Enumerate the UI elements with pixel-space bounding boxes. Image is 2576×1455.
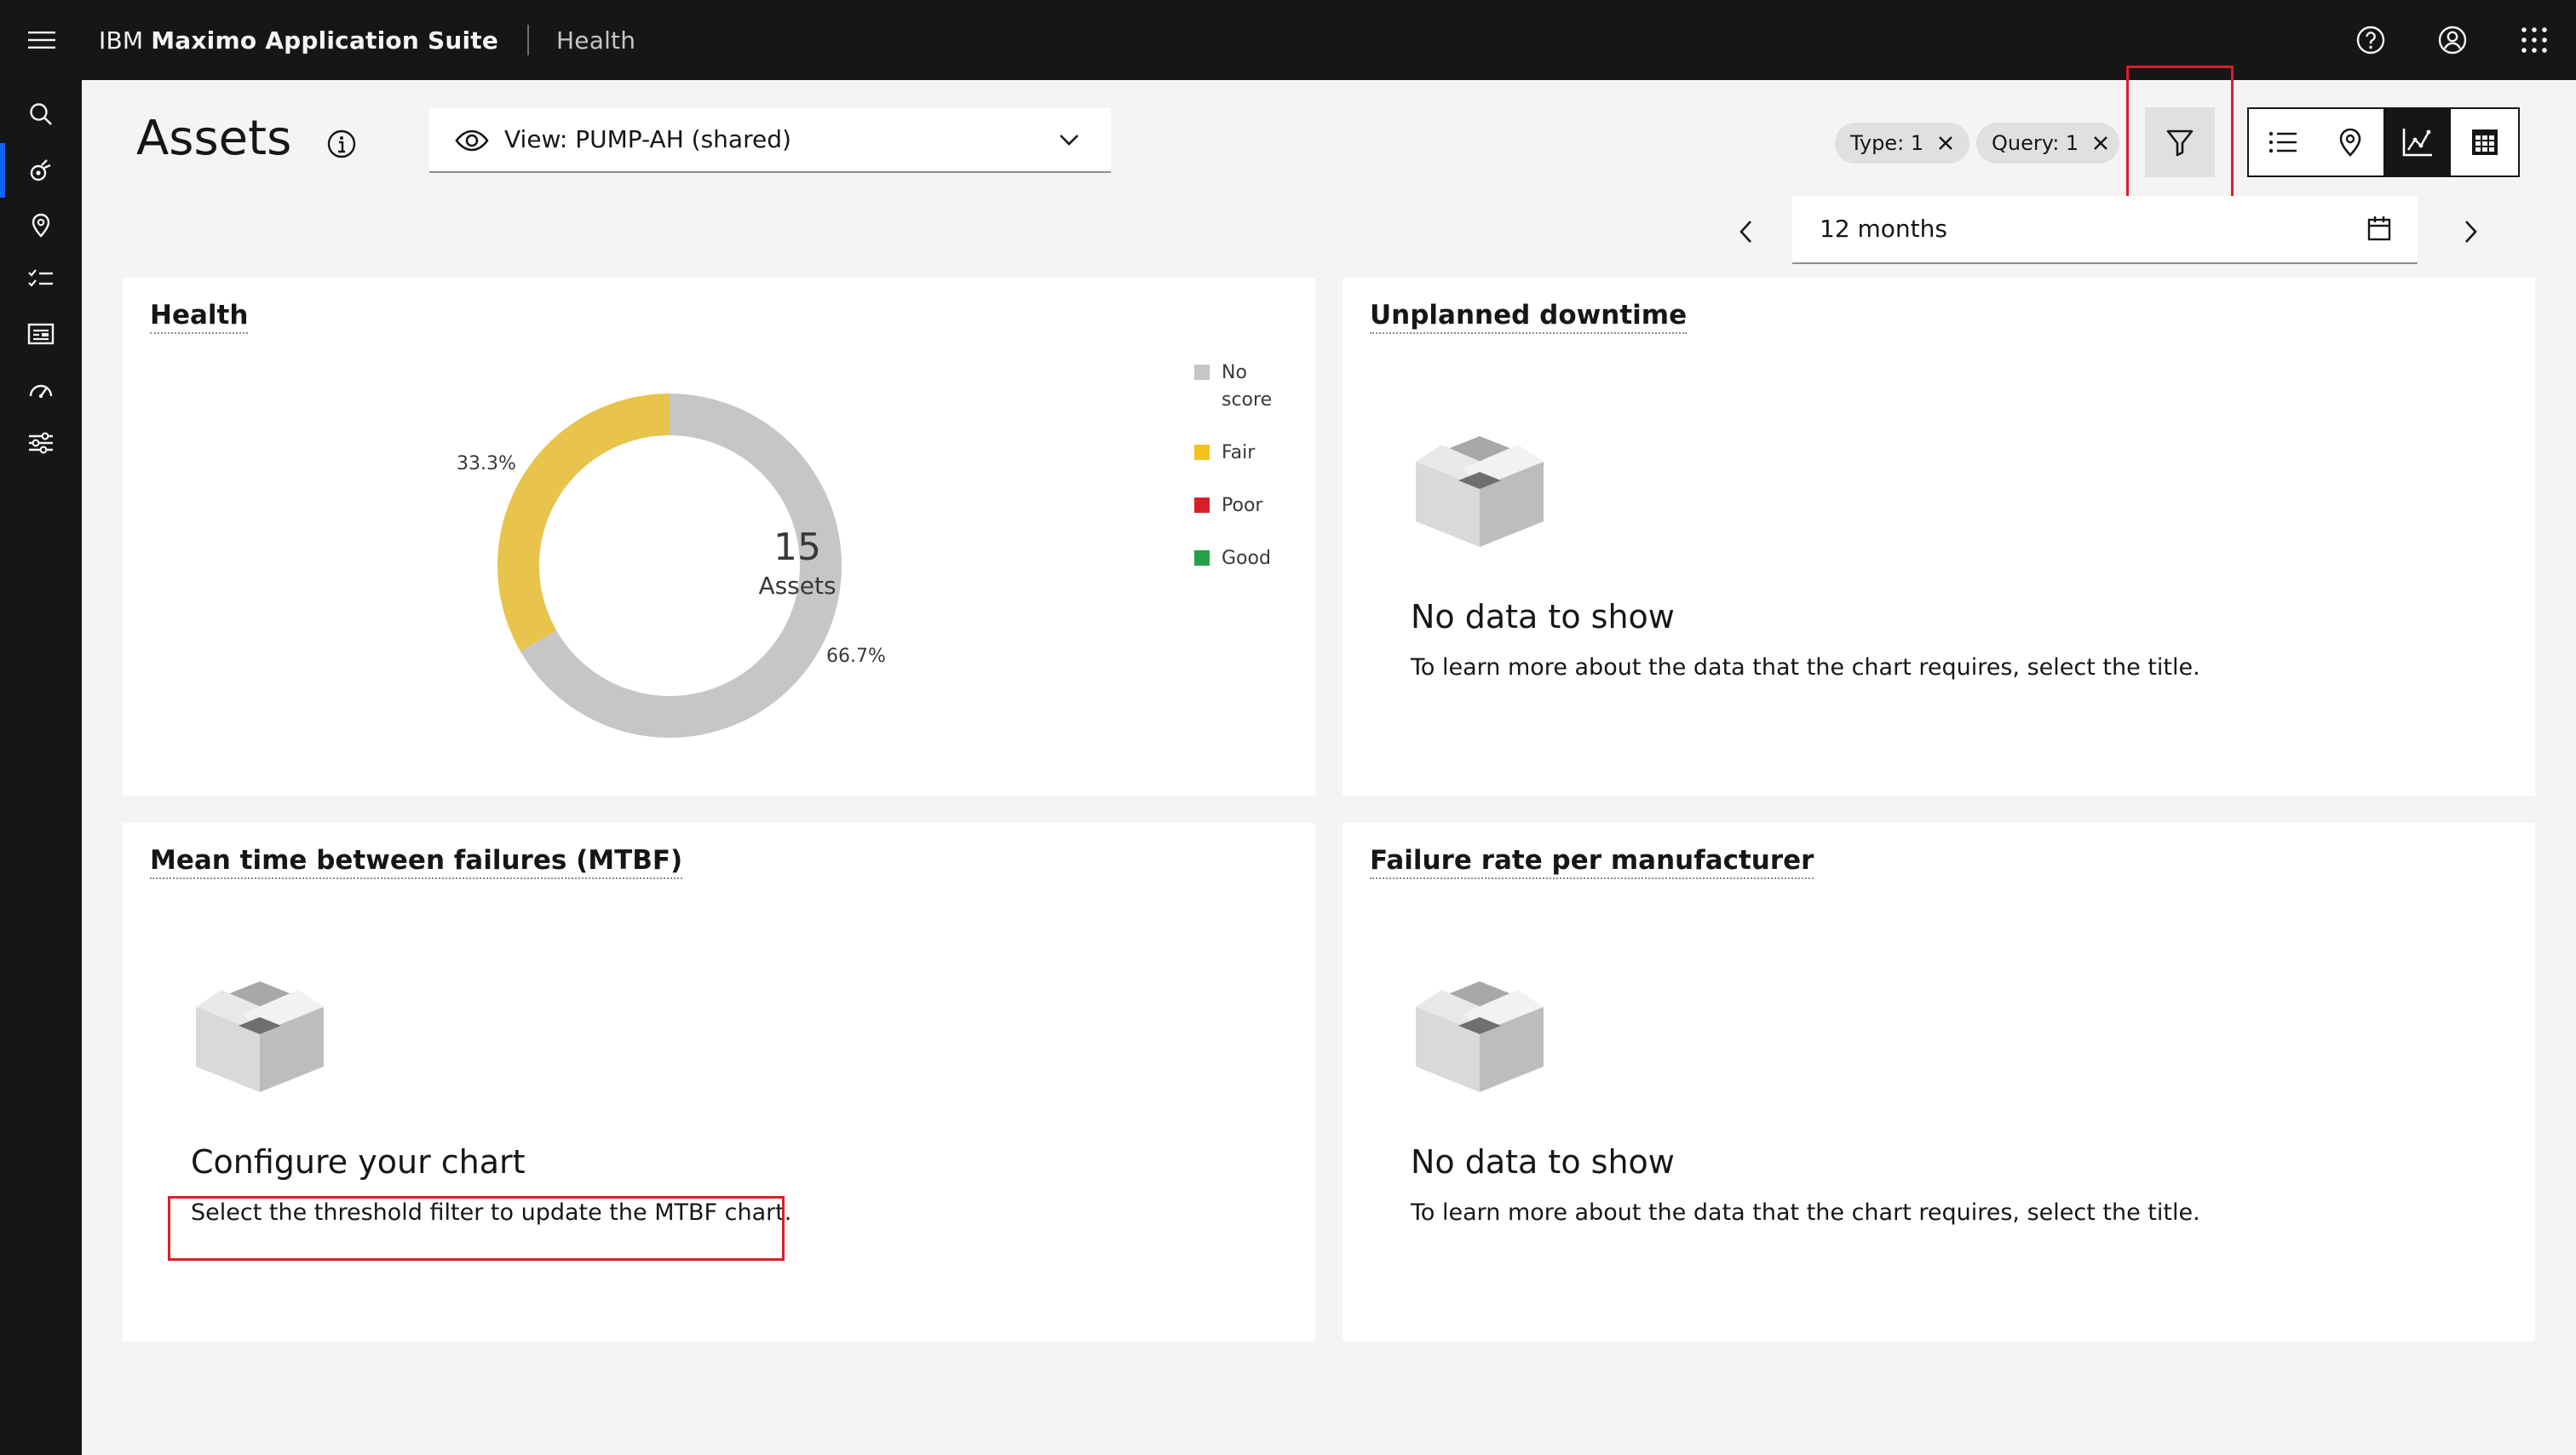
brand[interactable]: IBM Maximo Application Suite Health	[99, 0, 635, 80]
location-icon	[29, 212, 53, 238]
legend-swatch	[1194, 497, 1210, 513]
chevron-left-icon	[1735, 219, 1757, 244]
mtbf-card: Mean time between failures (MTBF) Config…	[123, 823, 1315, 1341]
sidenav-assets[interactable]	[0, 143, 82, 198]
slice-label-fair: 33.3%	[457, 453, 516, 474]
mtbf-card-title[interactable]: Mean time between failures (MTBF)	[150, 845, 683, 879]
legend-label: Fair	[1222, 442, 1256, 463]
empty-state-title: Configure your chart	[191, 1143, 526, 1181]
empty-state-description: Select the threshold filter to update th…	[191, 1199, 792, 1226]
filter-button[interactable]	[2145, 107, 2215, 177]
map-view-button[interactable]	[2316, 109, 2383, 175]
chevron-down-icon	[1056, 127, 1082, 152]
total-assets-count: 15	[773, 526, 821, 569]
view-switcher	[2247, 107, 2520, 177]
sidenav-locations[interactable]	[0, 198, 82, 252]
legend-swatch	[1194, 365, 1210, 380]
failure-rate-card: Failure rate per manufacturer No data to…	[1343, 823, 2535, 1341]
chart-view-button[interactable]	[2383, 109, 2451, 175]
filter-icon	[2165, 127, 2195, 158]
legend-swatch	[1194, 445, 1210, 460]
menu-icon[interactable]	[20, 19, 63, 61]
empty-state-title: No data to show	[1411, 1143, 1675, 1181]
legend-swatch	[1194, 550, 1210, 566]
filter-tag-query[interactable]: Query: 1	[1976, 123, 2119, 164]
legend-item[interactable]: Fair	[1194, 440, 1273, 467]
chart-icon	[2401, 127, 2434, 158]
brand-name: Maximo Application Suite	[151, 26, 499, 55]
close-icon[interactable]	[1937, 135, 1954, 152]
list-view-button[interactable]	[2249, 109, 2316, 175]
dashboard-icon	[27, 322, 55, 346]
search-icon	[28, 101, 54, 127]
calendar-icon	[2366, 215, 2392, 242]
donut-center-summary: 15 Assets	[712, 525, 883, 601]
brand-divider	[527, 25, 530, 55]
view-dropdown-label: View: PUMP-AH (shared)	[504, 125, 791, 153]
failure-rate-card-title[interactable]: Failure rate per manufacturer	[1370, 845, 1814, 879]
sidenav-dashboard[interactable]	[0, 307, 82, 361]
location-icon	[2338, 128, 2362, 157]
chevron-right-icon	[2459, 219, 2481, 244]
date-range-value: 12 months	[1820, 215, 1947, 243]
legend-item[interactable]: Poor	[1194, 492, 1273, 520]
side-navigation	[0, 80, 82, 1455]
app-switcher-icon[interactable]	[2513, 19, 2556, 61]
legend-label: Good	[1222, 548, 1271, 569]
next-period-button[interactable]	[2447, 208, 2494, 256]
view-dropdown[interactable]: View: PUMP-AH (shared)	[429, 108, 1111, 173]
empty-state-title: No data to show	[1411, 598, 1675, 635]
legend-label: Poor	[1222, 495, 1263, 516]
app-name: Health	[556, 26, 636, 55]
empty-box-icon	[187, 973, 332, 1101]
legend-label: No score	[1222, 362, 1273, 411]
previous-period-button[interactable]	[1722, 208, 1770, 256]
downtime-card-title[interactable]: Unplanned downtime	[1370, 300, 1688, 334]
brand-prefix: IBM	[99, 26, 144, 55]
legend-item[interactable]: Good	[1194, 545, 1273, 572]
sidenav-search[interactable]	[0, 87, 82, 141]
sidenav-scoring[interactable]	[0, 361, 82, 416]
table-view-button[interactable]	[2451, 109, 2518, 175]
sidenav-settings[interactable]	[0, 416, 82, 470]
filter-tag-label: Query: 1	[1992, 131, 2079, 155]
empty-box-icon	[1407, 973, 1552, 1101]
table-icon	[2470, 128, 2499, 157]
help-icon[interactable]	[2349, 19, 2392, 61]
page-title: Assets	[136, 111, 292, 166]
top-navigation-bar: IBM Maximo Application Suite Health	[0, 0, 2576, 80]
empty-state-description: To learn more about the data that the ch…	[1411, 654, 2200, 681]
downtime-card: Unplanned downtime No data to show To le…	[1343, 278, 2535, 796]
checklist-icon	[27, 267, 55, 291]
empty-box-icon	[1407, 428, 1552, 555]
donut-slice-fair[interactable]	[497, 394, 670, 652]
legend-item[interactable]: No score	[1194, 359, 1273, 414]
health-card: Health 33.3% 66.7% 15 Assets No score Fa…	[123, 278, 1315, 796]
slice-label-no-score: 66.7%	[826, 646, 886, 667]
info-icon[interactable]	[320, 123, 363, 165]
gauge-icon	[27, 377, 55, 400]
view-icon	[455, 124, 489, 158]
user-profile-icon[interactable]	[2431, 19, 2474, 61]
asset-health-icon	[28, 158, 54, 183]
filter-tag-label: Type: 1	[1850, 131, 1924, 155]
date-range-picker[interactable]: 12 months	[1792, 196, 2418, 264]
total-assets-label: Assets	[758, 572, 837, 600]
sidenav-checklist[interactable]	[0, 252, 82, 307]
close-icon[interactable]	[2092, 135, 2109, 152]
list-icon	[2268, 129, 2297, 155]
settings-adjust-icon	[27, 431, 55, 455]
empty-state-description: To learn more about the data that the ch…	[1411, 1199, 2200, 1226]
filter-tag-type[interactable]: Type: 1	[1835, 123, 1969, 164]
